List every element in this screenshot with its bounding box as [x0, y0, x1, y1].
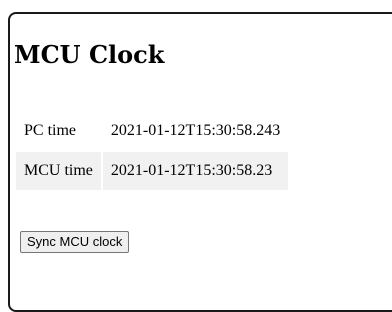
table-row-pc-time: PC time 2021-01-12T15:30:58.243 — [16, 112, 289, 150]
clock-table: PC time 2021-01-12T15:30:58.243 MCU time… — [14, 110, 290, 192]
pc-time-value: 2021-01-12T15:30:58.243 — [102, 112, 289, 150]
sync-mcu-clock-button[interactable]: Sync MCU clock — [20, 231, 130, 253]
mcu-time-value: 2021-01-12T15:30:58.23 — [102, 152, 289, 190]
page-title: MCU Clock — [14, 40, 165, 69]
table-row-mcu-time: MCU time 2021-01-12T15:30:58.23 — [16, 152, 289, 190]
pc-time-label: PC time — [16, 112, 101, 150]
mcu-time-label: MCU time — [16, 152, 101, 190]
